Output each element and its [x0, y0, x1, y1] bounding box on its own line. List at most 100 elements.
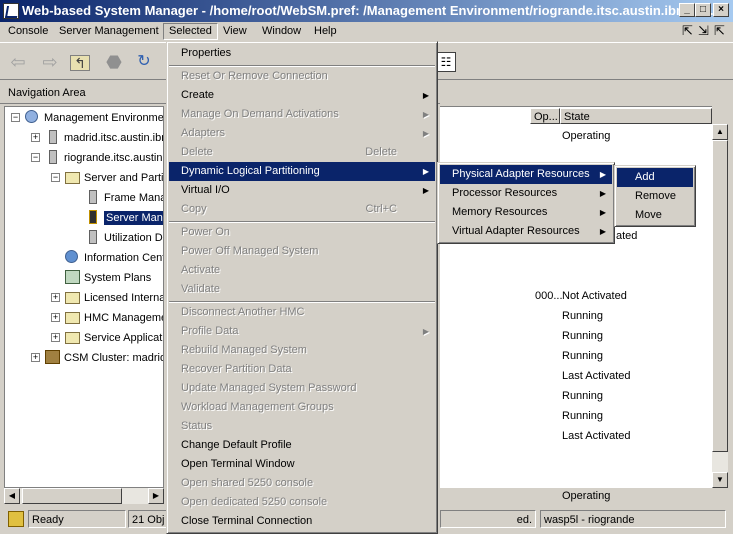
- scroll-thumb[interactable]: [712, 140, 728, 452]
- tree-collapse-toggle[interactable]: −: [11, 113, 20, 122]
- menu-console[interactable]: Console: [3, 24, 53, 39]
- tree-expand-toggle[interactable]: +: [51, 313, 60, 322]
- menu-item-memory-resources[interactable]: Memory Resources ▶: [440, 203, 612, 222]
- tree-item-madrid[interactable]: madrid.itsc.austin.ibm: [45, 129, 163, 147]
- menu-window[interactable]: Window: [257, 24, 306, 39]
- server-icon: [89, 230, 97, 244]
- scroll-thumb[interactable]: [22, 488, 122, 504]
- menu-item-label: Processor Resources: [452, 187, 558, 199]
- menu-item-activate[interactable]: Activate: [169, 261, 435, 280]
- content-vertical-scrollbar[interactable]: ▲ ▼: [712, 124, 728, 488]
- menu-item-adapters[interactable]: Adapters ▶: [169, 124, 435, 143]
- tree-horizontal-scrollbar[interactable]: ◀ ▶: [4, 488, 164, 504]
- minimize-button[interactable]: _: [679, 3, 695, 17]
- tree-expand-toggle[interactable]: +: [51, 293, 60, 302]
- menu-server-management[interactable]: Server Management: [54, 24, 164, 39]
- forward-arrow-icon[interactable]: ⇨: [38, 51, 62, 73]
- submenu-arrow-icon: ▶: [599, 227, 606, 236]
- server-icon: [89, 190, 97, 204]
- menu-item-open-shared-5250-console[interactable]: Open shared 5250 console: [169, 474, 435, 493]
- tree-expand-toggle[interactable]: +: [31, 133, 40, 142]
- status-host: wasp5l - riogrande: [540, 510, 726, 528]
- menu-item-status[interactable]: Status: [169, 417, 435, 436]
- tree-item-server-management[interactable]: Server Mana: [85, 209, 163, 227]
- menu-item-copy[interactable]: Copy Ctrl+C: [169, 200, 435, 219]
- row-state: Operating: [562, 130, 611, 142]
- tree-collapse-toggle[interactable]: −: [51, 173, 60, 182]
- tree-item-information-center[interactable]: Information Cent: [65, 249, 163, 267]
- menu-item-delete[interactable]: Delete Delete: [169, 143, 435, 162]
- up-folder-icon[interactable]: ↰: [70, 55, 90, 71]
- tree-item-hmc-management[interactable]: HMC Manageme: [65, 309, 163, 327]
- menu-item-power-off-managed-system[interactable]: Power Off Managed System: [169, 242, 435, 261]
- tree-item-management-environment[interactable]: Management Environment: [25, 109, 163, 127]
- close-button[interactable]: ×: [713, 3, 729, 17]
- tree-item-service-applications[interactable]: Service Applicat: [65, 329, 162, 347]
- tree-item-riogrande[interactable]: riogrande.itsc.austin: [45, 149, 162, 167]
- menu-item-rebuild-managed-system[interactable]: Rebuild Managed System: [169, 341, 435, 360]
- submenu-arrow-icon: ▶: [422, 327, 429, 336]
- menu-item-open-dedicated-5250-console[interactable]: Open dedicated 5250 console: [169, 493, 435, 512]
- detach-icon[interactable]: ⇱: [682, 23, 693, 39]
- menu-item-processor-resources[interactable]: Processor Resources ▶: [440, 184, 612, 203]
- menu-item-reset-or-remove-connection[interactable]: Reset Or Remove Connection: [169, 67, 435, 86]
- selected-dropdown-menu: Properties Reset Or Remove Connection Cr…: [166, 41, 438, 534]
- menu-item-virtual-adapter-resources[interactable]: Virtual Adapter Resources ▶: [440, 222, 612, 241]
- submenu-arrow-icon: ▶: [422, 91, 429, 100]
- folder-icon: [65, 292, 80, 304]
- menu-item-manage-on-demand-activations[interactable]: Manage On Demand Activations ▶: [169, 105, 435, 124]
- menu-item-label: Manage On Demand Activations: [181, 108, 339, 120]
- menu-item-recover-partition-data[interactable]: Recover Partition Data: [169, 360, 435, 379]
- menu-item-profile-data[interactable]: Profile Data ▶: [169, 322, 435, 341]
- title-bar[interactable]: Web-based System Manager - /home/root/We…: [0, 0, 733, 22]
- menu-item-workload-management-groups[interactable]: Workload Management Groups: [169, 398, 435, 417]
- scroll-down-arrow-icon[interactable]: ▼: [712, 472, 728, 488]
- menu-item-validate[interactable]: Validate: [169, 280, 435, 299]
- back-arrow-icon[interactable]: ⇦: [6, 51, 30, 73]
- menu-item-physical-adapter-resources[interactable]: Physical Adapter Resources ▶: [440, 165, 612, 184]
- menu-item-move[interactable]: Move: [617, 206, 693, 225]
- float-icon[interactable]: ⇲: [698, 23, 709, 39]
- menu-item-add[interactable]: Add: [617, 168, 693, 187]
- system-plans-icon: [65, 270, 80, 284]
- menu-item-label: Adapters: [181, 127, 226, 139]
- refresh-icon[interactable]: ↻: [132, 51, 156, 73]
- scroll-right-arrow-icon[interactable]: ▶: [148, 488, 164, 504]
- menu-item-label: Memory Resources: [452, 206, 548, 218]
- detail-view-icon[interactable]: ☷: [436, 52, 456, 72]
- menu-item-remove[interactable]: Remove: [617, 187, 693, 206]
- menu-item-power-on[interactable]: Power On: [169, 223, 435, 242]
- row-state: Operating: [562, 490, 611, 502]
- menu-item-properties[interactable]: Properties: [169, 44, 435, 63]
- navigation-tree[interactable]: − Management Environment + madrid.itsc.a…: [4, 106, 164, 488]
- menu-item-open-terminal-window[interactable]: Open Terminal Window: [169, 455, 435, 474]
- menu-help[interactable]: Help: [309, 24, 342, 39]
- menu-item-virtual-io[interactable]: Virtual I/O ▶: [169, 181, 435, 200]
- menu-selected[interactable]: Selected: [163, 23, 218, 40]
- tree-expand-toggle[interactable]: +: [51, 333, 60, 342]
- menu-view[interactable]: View: [218, 24, 252, 39]
- tree-item-server-and-partition[interactable]: Server and Parti: [65, 169, 163, 187]
- scroll-up-arrow-icon[interactable]: ▲: [712, 124, 728, 140]
- menu-item-create[interactable]: Create ▶: [169, 86, 435, 105]
- stop-icon[interactable]: ⬣: [102, 51, 126, 73]
- menu-item-change-default-profile[interactable]: Change Default Profile: [169, 436, 435, 455]
- tree-item-licensed-internal-code[interactable]: Licensed Interna: [65, 289, 163, 307]
- tree-item-system-plans[interactable]: System Plans: [65, 269, 151, 287]
- tree-collapse-toggle[interactable]: −: [31, 153, 40, 162]
- tree-item-frame-management[interactable]: Frame Mana: [85, 189, 163, 207]
- tree-item-csm-cluster[interactable]: CSM Cluster: madrid: [45, 349, 163, 367]
- column-header-state[interactable]: State: [560, 108, 712, 124]
- column-header-operating[interactable]: Op...: [530, 108, 560, 124]
- row-state: Running: [562, 330, 603, 342]
- menu-item-disconnect-another-hmc[interactable]: Disconnect Another HMC: [169, 303, 435, 322]
- menu-item-close-terminal-connection[interactable]: Close Terminal Connection: [169, 512, 435, 531]
- dock-icon[interactable]: ⇱: [714, 23, 725, 39]
- menu-item-update-managed-system-password[interactable]: Update Managed System Password: [169, 379, 435, 398]
- maximize-button[interactable]: □: [695, 3, 711, 17]
- scroll-left-arrow-icon[interactable]: ◀: [4, 488, 20, 504]
- tree-item-utilization-data[interactable]: Utilization Da: [85, 229, 163, 247]
- submenu-arrow-icon: ▶: [599, 170, 606, 179]
- tree-expand-toggle[interactable]: +: [31, 353, 40, 362]
- menu-item-dynamic-logical-partitioning[interactable]: Dynamic Logical Partitioning ▶: [169, 162, 435, 181]
